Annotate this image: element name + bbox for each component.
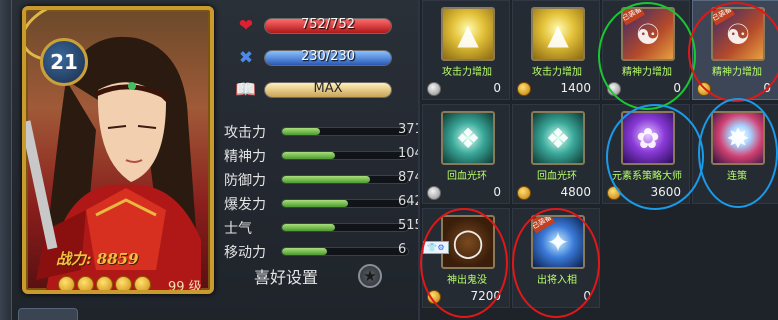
skill-price: 0 — [607, 81, 687, 97]
left-scroll-edge[interactable] — [0, 0, 12, 320]
star-icon — [77, 276, 94, 290]
hero-card[interactable]: 21 战力: 8859 99 级 — [22, 6, 214, 294]
exp-value: MAX — [313, 81, 343, 96]
hero-level-badge: 21 — [40, 38, 88, 86]
attr-row: 移动力 6 — [224, 242, 418, 261]
star-rating — [58, 276, 151, 290]
book-icon: 📖 — [235, 80, 257, 100]
spirit-icon: ☯ 已装备 — [711, 7, 765, 61]
skill-name: 攻击力增加 — [442, 67, 492, 78]
skill-slot[interactable]: ☯ 已装备 精神力增加 0 — [602, 0, 690, 100]
skill-name: 回血光环 — [447, 171, 487, 182]
skill-slot[interactable]: ▲ 攻击力增加 1400 — [512, 0, 600, 100]
skill-slot[interactable]: ❖ 回血光环 0 — [422, 104, 510, 204]
skill-price: 0 — [427, 185, 507, 201]
skill-name: 回血光环 — [537, 171, 577, 182]
preference-settings-label[interactable]: 喜好设置 — [254, 264, 318, 288]
skill-slot-selected[interactable]: ☯ 已装备 精神力增加 0 — [692, 0, 778, 100]
gold-coin-icon — [517, 186, 531, 200]
heart-icon: ❤ — [238, 16, 254, 36]
heal-aura-icon: ❖ — [441, 111, 495, 165]
heal-aura-icon: ❖ — [531, 111, 585, 165]
star-icon[interactable]: ★ — [358, 264, 382, 288]
attr-bar — [281, 223, 409, 232]
attr-row: 攻击力 371 — [224, 122, 423, 141]
silver-coin-icon — [427, 186, 441, 200]
bottom-tab[interactable] — [18, 308, 78, 320]
hp-value: 752/752 — [300, 17, 355, 32]
general-icon: ✦ 已装备 — [531, 215, 585, 269]
attr-bar — [281, 175, 409, 184]
skill-name: 精神力增加 — [622, 67, 672, 78]
skill-name: 元素系策略大师 — [612, 171, 682, 182]
attr-bar — [281, 247, 409, 256]
gold-coin-icon — [697, 82, 711, 96]
skill-name: 连策 — [727, 171, 747, 182]
skill-price: 0 — [697, 81, 777, 97]
silver-coin-icon — [427, 82, 441, 96]
skill-slot[interactable]: ✦ 已装备 出将入相 0 — [512, 208, 600, 308]
equip-tag: 👕⚙ — [423, 241, 449, 254]
shield-icon: ◯ — [441, 215, 495, 269]
silver-coin-icon — [607, 82, 621, 96]
attr-row: 士气 515 — [224, 218, 423, 237]
attr-bar — [281, 151, 409, 160]
skill-name: 攻击力增加 — [532, 67, 582, 78]
mp-value: 230/230 — [300, 49, 355, 64]
star-icon — [58, 276, 75, 290]
spirit-icon: ☯ 已装备 — [621, 7, 675, 61]
skill-name: 神出鬼没 — [447, 275, 487, 286]
attr-row: 爆发力 642 — [224, 194, 423, 213]
gold-coin-icon — [517, 82, 531, 96]
element-master-icon: ✿ — [621, 111, 675, 165]
skill-name: 精神力增加 — [712, 67, 762, 78]
skill-price — [697, 185, 777, 201]
star-icon — [134, 276, 151, 290]
skill-price: 3600 — [607, 185, 687, 201]
star-icon — [96, 276, 113, 290]
crossed-swords-icon: ✖ — [238, 48, 254, 68]
star-icon — [115, 276, 132, 290]
attr-row: 防御力 874 — [224, 170, 423, 189]
gold-coin-icon — [427, 290, 441, 304]
skill-panel: ▲ 攻击力增加 0 ▲ 攻击力增加 1400 ☯ 已装备 精神力增加 0 ☯ 已装备… — [418, 0, 778, 320]
gold-coin-icon — [607, 186, 621, 200]
attr-bar — [281, 199, 409, 208]
sword-icon: ▲ — [441, 7, 495, 61]
attr-bar — [281, 127, 409, 136]
skill-slot[interactable]: ❖ 回血光环 4800 — [512, 104, 600, 204]
attr-label: 移动力 — [224, 245, 266, 261]
skill-slot[interactable]: ▲ 攻击力增加 0 — [422, 0, 510, 100]
combat-power-label: 战力: 8859 — [56, 250, 139, 268]
skill-price: 4800 — [517, 185, 597, 201]
attr-label: 爆发力 — [224, 197, 266, 213]
skill-slot[interactable]: ◯ 👕⚙ 神出鬼没 7200 — [422, 208, 510, 308]
skill-slot[interactable]: ✸ 连策 — [692, 104, 778, 204]
attr-label: 防御力 — [224, 173, 266, 189]
skill-price: 0 — [427, 81, 507, 97]
attr-row: 精神力 1042 — [224, 146, 431, 165]
skill-slot[interactable]: ✿ 元素系策略大师 3600 — [602, 104, 690, 204]
sword-icon: ▲ — [531, 7, 585, 61]
skill-name: 出将入相 — [537, 275, 577, 286]
attr-label: 攻击力 — [224, 125, 266, 141]
skill-price: 1400 — [517, 81, 597, 97]
skill-price: 7200 — [427, 289, 507, 305]
hero-panel: 21 战力: 8859 99 级 ❤ 752/752 ✖ 230/230 📖 M… — [0, 0, 431, 320]
chain-strategy-icon: ✸ — [711, 111, 765, 165]
attr-label: 士气 — [224, 221, 252, 237]
skill-price: 0 — [583, 289, 591, 303]
hero-grade: 99 级 — [168, 280, 202, 294]
attr-label: 精神力 — [224, 149, 266, 165]
